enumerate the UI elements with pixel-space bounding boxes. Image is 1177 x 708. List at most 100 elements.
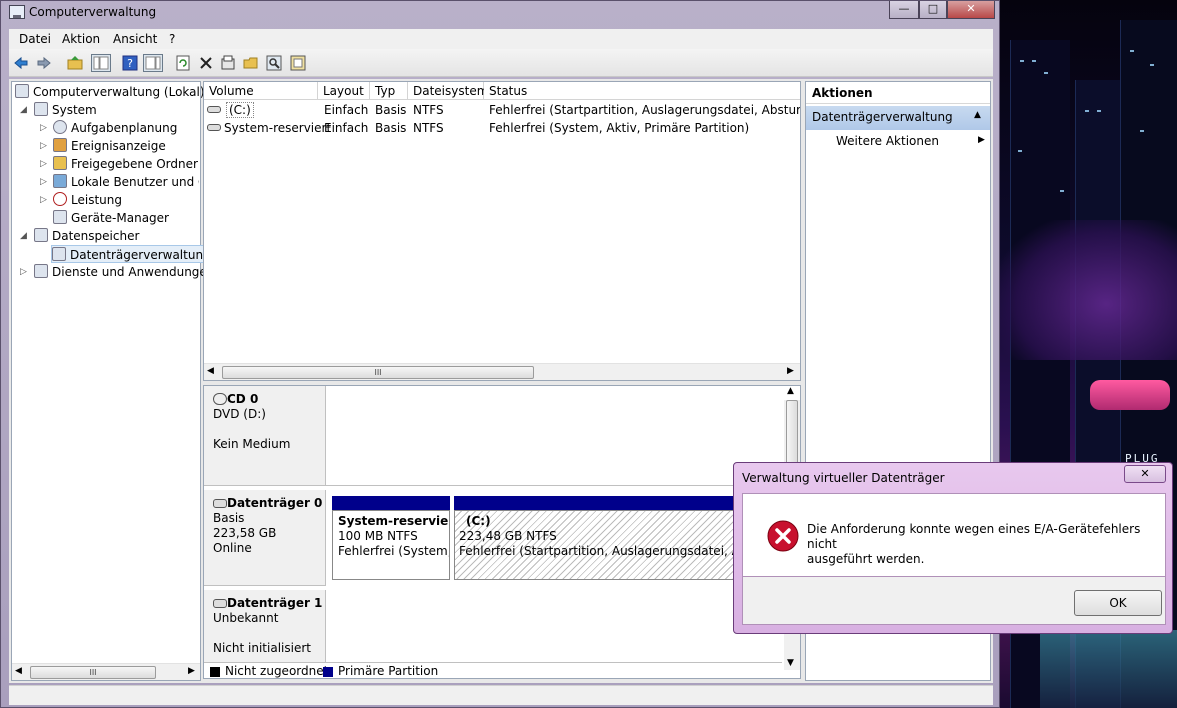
tree-item-label: Datenspeicher — [52, 229, 140, 243]
maximize-button[interactable]: □ — [919, 1, 947, 19]
tree-item-label: Ereignisanzeige — [71, 139, 166, 153]
tree-item-datentraegerverwaltung[interactable]: Datenträgerverwaltung — [51, 245, 214, 263]
show-hide-action-icon[interactable] — [143, 54, 163, 72]
menu-help[interactable]: ? — [169, 32, 175, 46]
expand-arrow-icon[interactable]: ▷ — [40, 119, 47, 137]
partition-status: Fehlerfrei (Startpartition, Auslagerungs… — [459, 544, 778, 558]
expand-arrow-icon[interactable]: ▷ — [40, 173, 47, 191]
status-bar — [9, 685, 993, 705]
cd0-area[interactable] — [326, 386, 782, 486]
shared-folder-icon — [53, 156, 67, 170]
partition-system-reserviert[interactable]: System-reserviert 100 MB NTFS Fehlerfrei… — [332, 510, 450, 580]
actions-section-datentraegerverwaltung[interactable]: Datenträgerverwaltung ▲ — [806, 106, 990, 130]
search-icon[interactable] — [266, 55, 282, 71]
expand-arrow-icon[interactable]: ▷ — [40, 155, 47, 173]
cell-typ: Basis — [375, 103, 407, 117]
dialog-title: Verwaltung virtueller Datenträger — [742, 471, 945, 485]
expand-arrow-icon[interactable]: ▷ — [40, 191, 47, 209]
disk-line1: Basis — [213, 511, 245, 525]
tree-item-lokale-benutzer[interactable]: Lokale Benutzer und Gr — [53, 173, 199, 191]
back-arrow-icon[interactable] — [13, 55, 29, 71]
expand-arrow-icon[interactable]: ▷ — [40, 137, 47, 155]
ok-button[interactable]: OK — [1074, 590, 1162, 616]
show-hide-tree-icon[interactable] — [91, 54, 111, 72]
drive-icon — [207, 106, 221, 113]
clock-icon — [53, 120, 67, 134]
collapse-arrow-icon[interactable]: ◢ — [20, 227, 27, 245]
menu-ansicht[interactable]: Ansicht — [113, 32, 157, 46]
disk-line3: Nicht initialisiert — [213, 641, 311, 655]
menu-aktion[interactable]: Aktion — [62, 32, 100, 46]
close-button[interactable]: ✕ — [947, 1, 995, 19]
scroll-up-icon[interactable]: ▲ — [787, 386, 794, 396]
tree-item-label: Dienste und Anwendungen — [52, 265, 215, 279]
tree-item-datenspeicher[interactable]: Datenspeicher — [34, 227, 139, 245]
tree-item-ereignisanzeige[interactable]: Ereignisanzeige — [53, 137, 166, 155]
column-header-dateisystem[interactable]: Dateisystem — [408, 82, 488, 100]
disk-label-cd0[interactable]: CD 0 DVD (D:) Kein Medium — [204, 386, 326, 486]
dialog-close-button[interactable]: ✕ — [1124, 465, 1166, 483]
column-header-layout[interactable]: Layout — [318, 82, 370, 100]
error-dialog: Verwaltung virtueller Datenträger ✕ Die … — [733, 462, 1173, 634]
open-icon[interactable] — [243, 55, 259, 71]
disk-line1: DVD (D:) — [213, 407, 266, 421]
collapse-arrow-icon[interactable]: ◢ — [20, 101, 27, 119]
svg-text:?: ? — [127, 57, 133, 70]
tree-scroll-thumb[interactable]: III — [30, 666, 156, 679]
help-icon[interactable]: ? — [122, 55, 138, 71]
disk-name: Datenträger 1 — [227, 596, 323, 610]
tree-root-label: Computerverwaltung (Lokal) — [33, 85, 205, 99]
column-header-status[interactable]: Status — [484, 82, 800, 100]
properties-icon[interactable] — [220, 55, 236, 71]
computer-icon — [15, 84, 29, 98]
properties-alt-icon[interactable] — [290, 55, 306, 71]
tree-item-geraete-manager[interactable]: Geräte-Manager — [53, 209, 169, 227]
tools-icon — [34, 102, 48, 116]
tree-item-label: Lokale Benutzer und Gr — [71, 175, 199, 189]
menu-bar: Datei Aktion Ansicht ? — [9, 29, 993, 49]
scroll-right-icon[interactable]: ▶ — [188, 666, 195, 676]
column-header-typ[interactable]: Typ — [370, 82, 408, 100]
menu-datei[interactable]: Datei — [19, 32, 51, 46]
forward-arrow-icon[interactable] — [36, 55, 52, 71]
users-icon — [53, 174, 67, 188]
cell-volume: (C:) — [226, 102, 254, 118]
drive-icon — [207, 124, 221, 131]
table-row[interactable]: System-reserviert Einfach Basis NTFS Feh… — [204, 119, 800, 137]
expand-arrow-icon[interactable]: ▷ — [20, 263, 27, 281]
tree-item-freigegebene-ordner[interactable]: Freigegebene Ordner — [53, 155, 198, 173]
disk-line2 — [213, 626, 325, 641]
action-weitere-aktionen[interactable]: Weitere Aktionen ▶ — [836, 134, 988, 152]
tree-item-dienste[interactable]: Dienste und Anwendungen — [34, 263, 214, 281]
column-header-volume[interactable]: Volume — [204, 82, 318, 100]
tree-item-label: Leistung — [71, 193, 122, 207]
up-folder-icon[interactable] — [67, 55, 83, 71]
tree-item-aufgabenplanung[interactable]: Aufgabenplanung — [53, 119, 177, 137]
tree-horizontal-scrollbar[interactable]: ◀ III ▶ — [12, 663, 200, 680]
tree-item-leistung[interactable]: Leistung — [53, 191, 122, 209]
action-label: Weitere Aktionen — [836, 134, 939, 148]
device-manager-icon — [53, 210, 67, 224]
scroll-left-icon[interactable]: ◀ — [207, 366, 214, 376]
tree-root[interactable]: Computerverwaltung (Lokal) — [15, 83, 205, 101]
tree-item-label: Aufgabenplanung — [71, 121, 178, 135]
list-scroll-thumb[interactable]: III — [222, 366, 534, 379]
delete-icon[interactable] — [198, 55, 214, 71]
list-horizontal-scrollbar[interactable]: ◀ III ▶ — [204, 363, 800, 380]
services-icon — [34, 264, 48, 278]
collapse-up-icon[interactable]: ▲ — [974, 110, 981, 120]
scroll-right-icon[interactable]: ▶ — [787, 366, 794, 376]
title-bar[interactable]: Computerverwaltung — □ ✕ — [1, 1, 999, 25]
cd-drive-icon — [213, 393, 227, 405]
disk-label-disk0[interactable]: Datenträger 0 Basis 223,58 GB Online — [204, 490, 326, 586]
scroll-down-icon[interactable]: ▼ — [787, 658, 794, 668]
partition-name: (C:) — [466, 514, 491, 528]
tree-item-system[interactable]: System — [34, 101, 97, 119]
disk-name: Datenträger 0 — [227, 496, 323, 510]
cell-status: Fehlerfrei (Startpartition, Auslagerungs… — [489, 103, 801, 117]
refresh-icon[interactable] — [175, 55, 191, 71]
disk-management-icon — [52, 247, 66, 261]
scroll-left-icon[interactable]: ◀ — [15, 666, 22, 676]
minimize-button[interactable]: — — [889, 1, 919, 19]
table-row[interactable]: (C:) Einfach Basis NTFS Fehlerfrei (Star… — [204, 101, 801, 119]
